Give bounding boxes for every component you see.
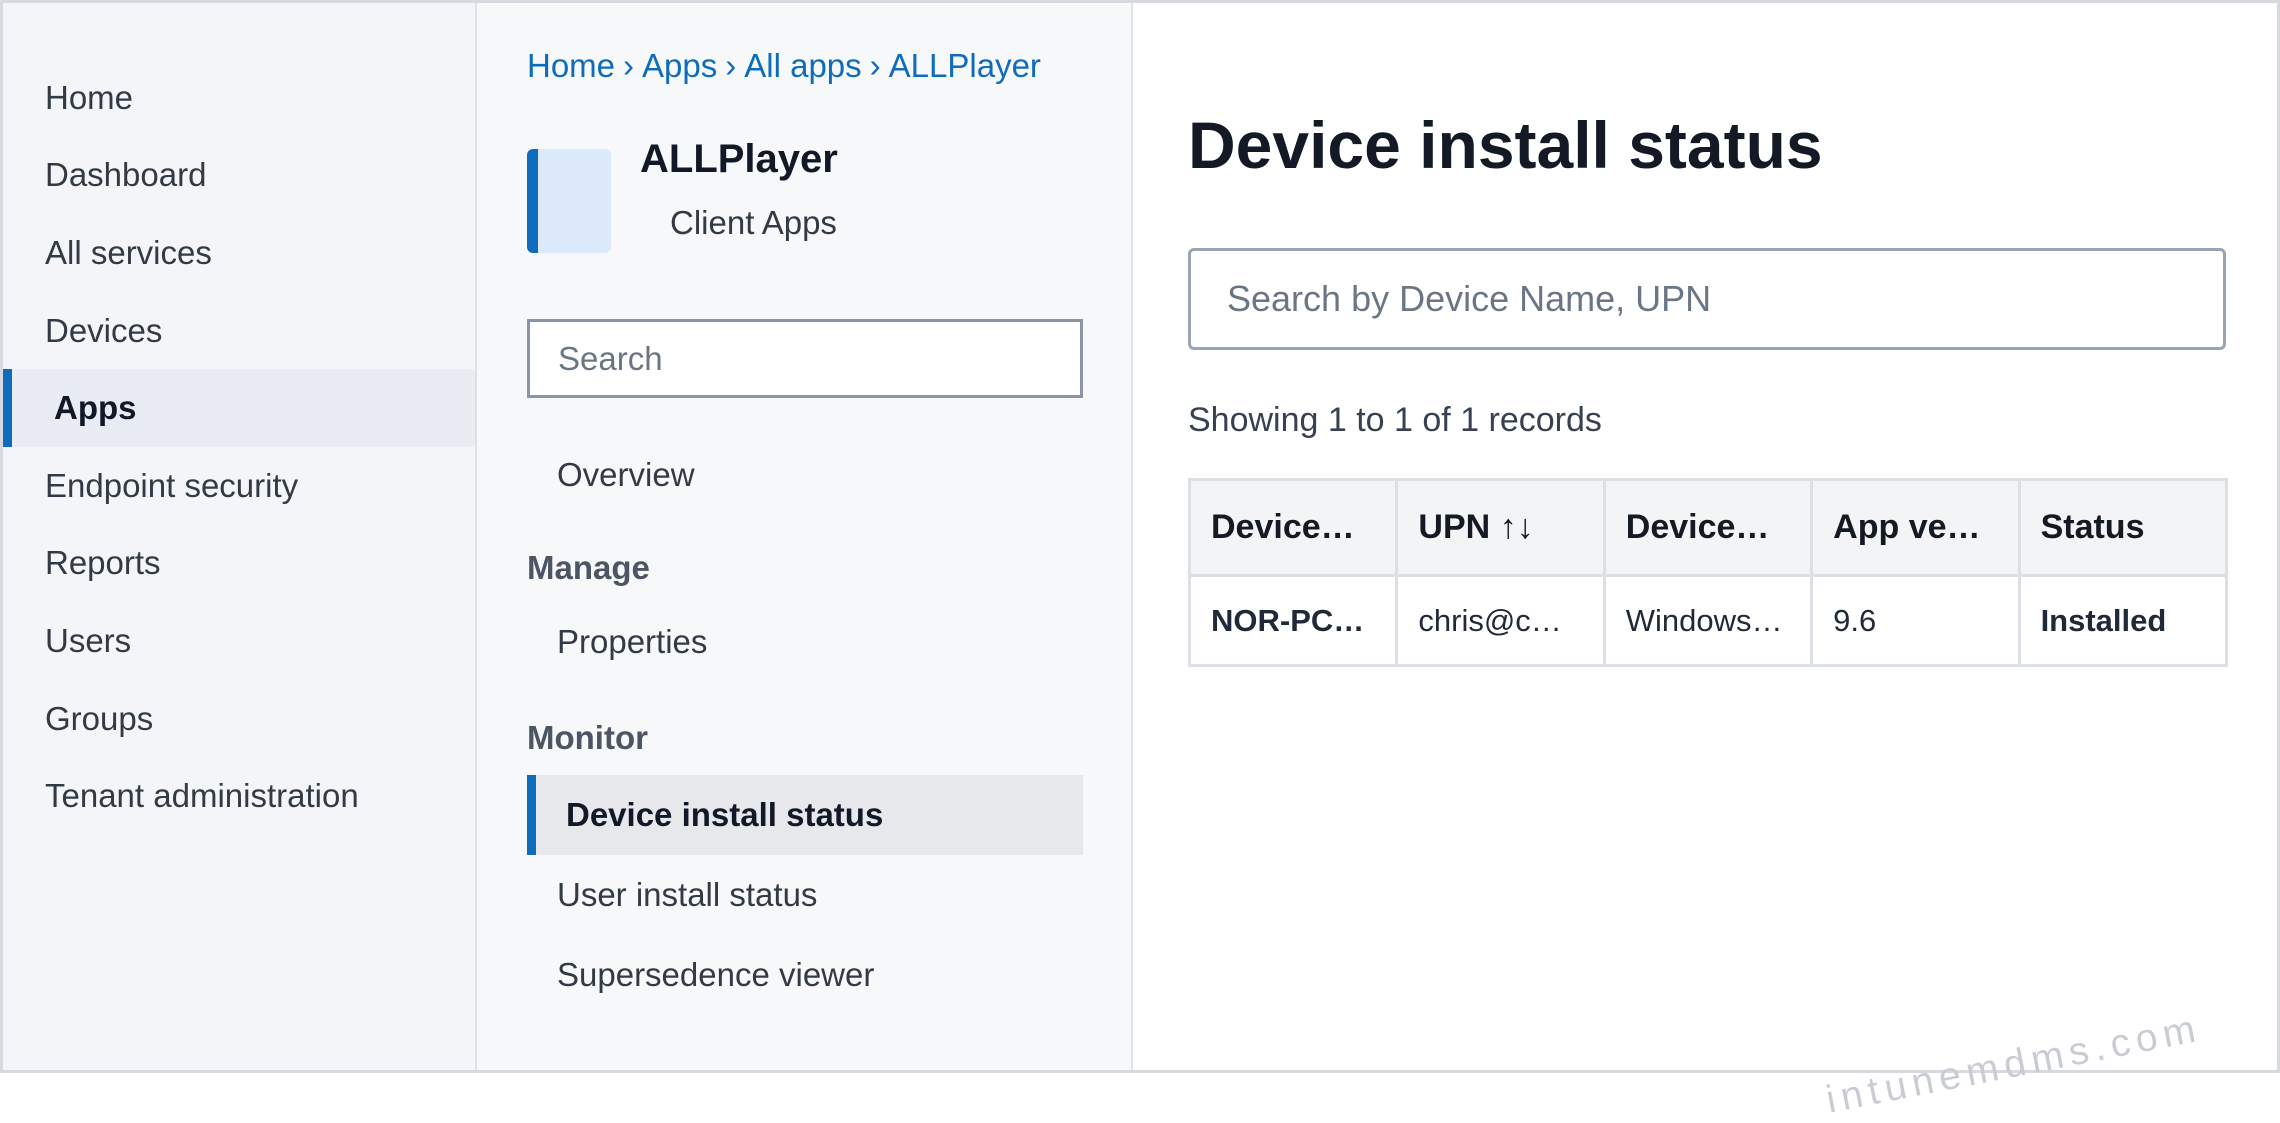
menu-item-device-install-status[interactable]: Device install status — [527, 775, 1083, 855]
main-content: Device install status Showing 1 to 1 of … — [1133, 3, 2277, 1122]
app-icon — [527, 149, 611, 253]
menu-heading-monitor: Monitor — [527, 719, 648, 756]
column-header-app-version[interactable]: App ve… — [1810, 478, 2021, 577]
breadcrumb: Home › Apps › All apps › ALLPlayer — [527, 47, 1041, 85]
breadcrumb-separator: › — [725, 47, 737, 84]
breadcrumb-all-apps[interactable]: All apps — [744, 47, 861, 84]
menu-item-supersedence-viewer[interactable]: Supersedence viewer — [527, 935, 1083, 1015]
watermark: intunemdms.com — [1822, 1006, 2205, 1122]
column-header-upn[interactable]: UPN ↑↓ — [1395, 478, 1606, 577]
left-nav: Home Dashboard All services Devices Apps… — [3, 3, 477, 1070]
nav-item-apps[interactable]: Apps — [3, 369, 475, 447]
menu-item-overview[interactable]: Overview — [527, 435, 1083, 515]
app-subtitle: Client Apps — [670, 204, 837, 241]
nav-item-endpoint-security[interactable]: Endpoint security — [3, 447, 475, 525]
app-window: Home Dashboard All services Devices Apps… — [0, 0, 2280, 1122]
table-header-row: Device… UPN ↑↓ Device… App ve… Status — [1187, 478, 2229, 577]
blade-menu: Overview Manage Properties Monitor Devic… — [527, 435, 1083, 1015]
cell-device-name[interactable]: NOR-PC… — [1187, 574, 1399, 667]
app-blade: Home › Apps › All apps › ALLPlayer ALLPlayer C… — [477, 3, 1133, 1070]
breadcrumb-separator: › — [869, 47, 881, 84]
nav-item-reports[interactable]: Reports — [3, 525, 475, 603]
menu-item-user-install-status[interactable]: User install status — [527, 855, 1083, 935]
menu-heading-manage: Manage — [527, 549, 650, 586]
app-name: ALLPlayer — [640, 137, 838, 181]
blade-search-input[interactable] — [527, 319, 1083, 398]
nav-item-groups[interactable]: Groups — [3, 680, 475, 758]
breadcrumb-allplayer[interactable]: ALLPlayer — [889, 47, 1041, 84]
records-count: Showing 1 to 1 of 1 records — [1188, 401, 1602, 439]
table-row[interactable]: NOR-PC… chris@c… Windows… 9.6 Installed — [1187, 574, 2229, 667]
column-header-device-name[interactable]: Device… — [1187, 478, 1399, 577]
breadcrumb-apps[interactable]: Apps — [642, 47, 717, 84]
nav-item-dashboard[interactable]: Dashboard — [3, 137, 475, 215]
column-header-status[interactable]: Status — [2017, 478, 2229, 577]
column-header-device-os[interactable]: Device… — [1602, 478, 1814, 577]
nav-item-users[interactable]: Users — [3, 602, 475, 680]
page-title: Device install status — [1188, 108, 1823, 182]
nav-item-all-services[interactable]: All services — [3, 214, 475, 292]
breadcrumb-home[interactable]: Home — [527, 47, 615, 84]
app-header: ALLPlayer Client Apps — [527, 137, 838, 253]
nav-item-tenant-administration[interactable]: Tenant administration — [3, 757, 475, 835]
cell-status: Installed — [2017, 574, 2229, 667]
nav-item-home[interactable]: Home — [3, 59, 475, 137]
device-status-table: Device… UPN ↑↓ Device… App ve… Status NO… — [1187, 478, 2229, 667]
cell-app-version: 9.6 — [1810, 574, 2021, 667]
menu-item-properties[interactable]: Properties — [527, 609, 1083, 675]
cell-upn: chris@c… — [1395, 574, 1606, 667]
device-search-input[interactable] — [1188, 248, 2226, 350]
cell-device-os: Windows… — [1602, 574, 1814, 667]
nav-item-devices[interactable]: Devices — [3, 292, 475, 370]
breadcrumb-separator: › — [623, 47, 635, 84]
